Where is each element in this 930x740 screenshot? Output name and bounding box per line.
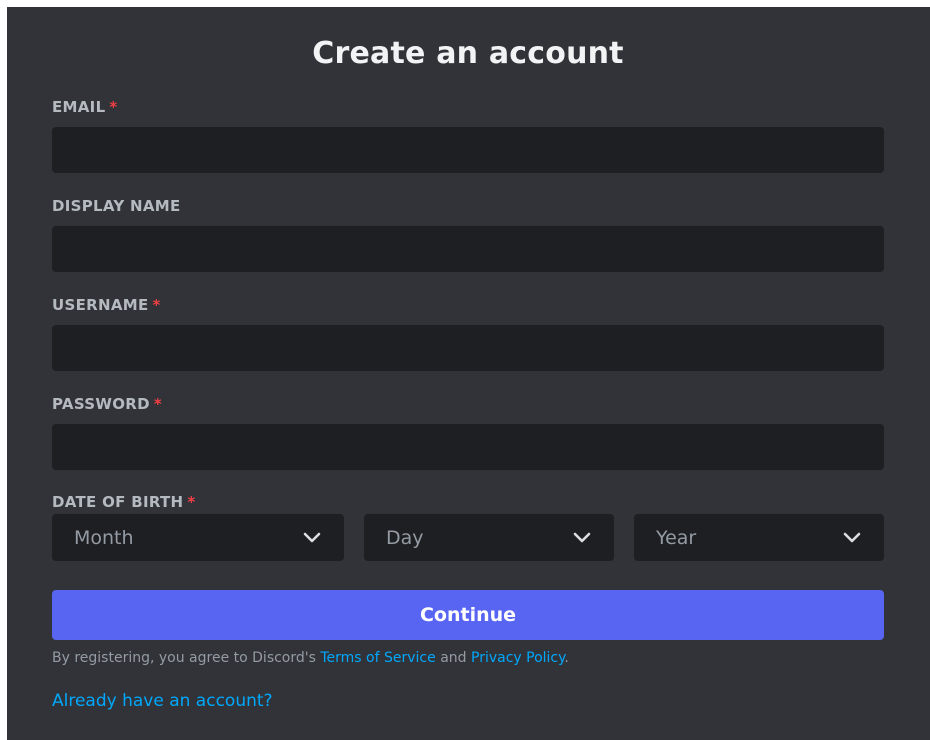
page-title: Create an account [312, 36, 624, 71]
required-marker: * [152, 296, 161, 314]
privacy-policy-link[interactable]: Privacy Policy [471, 650, 564, 666]
display-name-field[interactable] [52, 226, 884, 272]
username-label-text: USERNAME [52, 296, 149, 314]
dob-label-text: DATE OF BIRTH [52, 493, 184, 511]
chevron-down-icon [843, 532, 861, 542]
display-name-label-text: DISPLAY NAME [52, 197, 181, 215]
password-label-text: PASSWORD [52, 395, 150, 413]
required-marker: * [153, 395, 163, 413]
username-label: USERNAME * [52, 296, 161, 314]
required-marker: * [109, 98, 118, 116]
chevron-down-icon [303, 532, 321, 542]
year-select[interactable]: Year [634, 514, 884, 561]
already-have-account-link[interactable]: Already have an account? [52, 691, 273, 711]
legal-text: By registering, you agree to Discord's T… [52, 650, 569, 666]
dob-label: DATE OF BIRTH * [52, 493, 196, 511]
month-select[interactable]: Month [52, 514, 344, 561]
password-field[interactable] [52, 424, 884, 470]
display-name-label: DISPLAY NAME [52, 197, 181, 215]
required-marker: * [187, 493, 196, 511]
month-select-value: Month [74, 526, 134, 549]
legal-prefix: By registering, you agree to Discord's [52, 650, 316, 666]
email-label-text: EMAIL [52, 98, 106, 116]
username-field[interactable] [52, 325, 884, 371]
chevron-down-icon [573, 532, 591, 542]
terms-of-service-link[interactable]: Terms of Service [320, 650, 435, 666]
email-label: EMAIL * [52, 98, 118, 116]
year-select-value: Year [656, 526, 697, 549]
day-select[interactable]: Day [364, 514, 614, 561]
continue-button[interactable]: Continue [52, 590, 884, 640]
day-select-value: Day [386, 526, 424, 549]
email-field[interactable] [52, 127, 884, 173]
legal-connector: and [440, 650, 467, 666]
legal-suffix: . [564, 650, 569, 666]
password-label: PASSWORD * [52, 395, 162, 413]
